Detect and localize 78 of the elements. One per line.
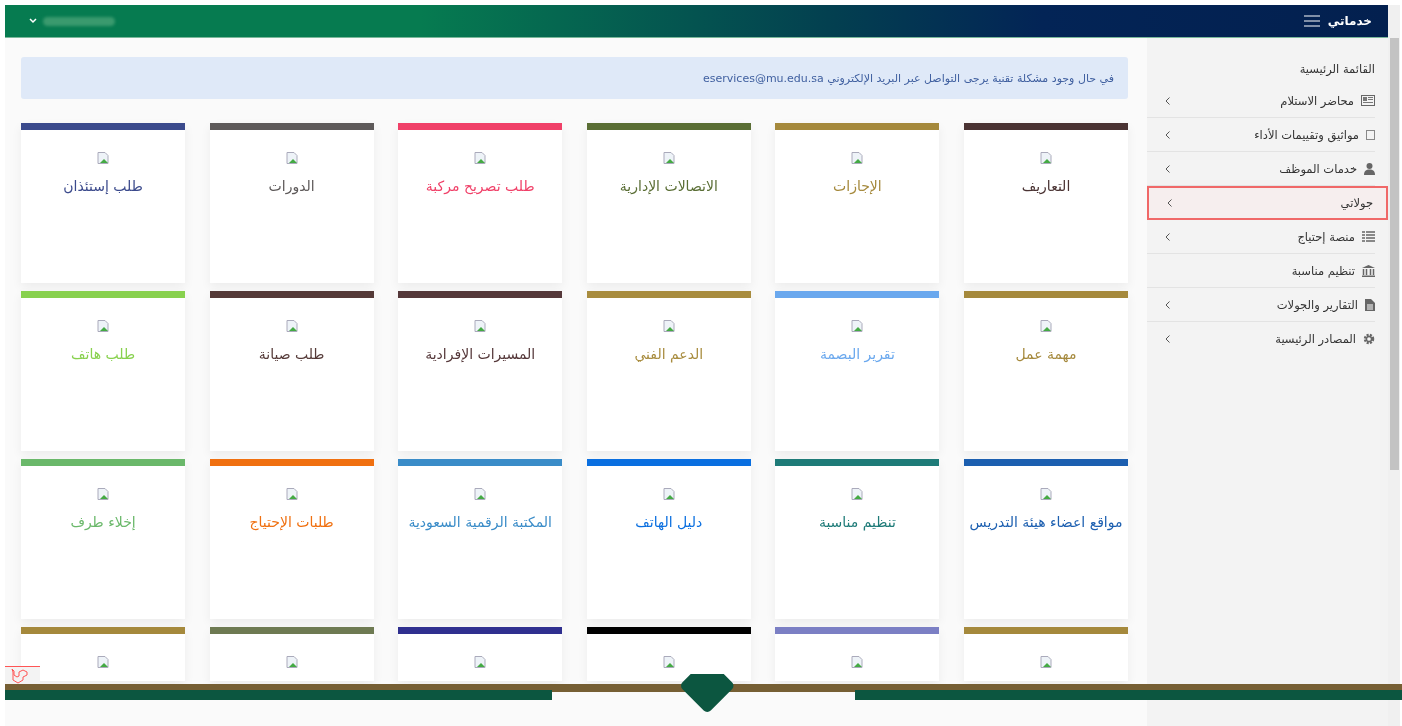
file-icon (1365, 298, 1375, 311)
broken-image-icon (97, 488, 110, 500)
service-card[interactable]: الاتصالات الإدارية (586, 123, 751, 283)
broken-image-icon (1040, 152, 1052, 164)
broken-image-icon (97, 656, 110, 668)
card-title: تنظيم مناسبة (817, 514, 897, 530)
broken-image-icon (851, 656, 864, 668)
broken-image-icon (1040, 656, 1052, 668)
broken-image-icon (474, 656, 487, 668)
broken-image-icon (1040, 320, 1052, 332)
app-title: خدماتي (1327, 14, 1372, 28)
square-icon (1366, 129, 1375, 140)
broken-image-icon (285, 152, 298, 164)
card-title: طلب صيانة (257, 346, 326, 362)
card-title: الدعم الفني (633, 346, 705, 362)
sidebar-item[interactable]: المصادر الرئيسية (1147, 322, 1375, 356)
service-card[interactable]: مهمة عمل (964, 291, 1128, 451)
service-card[interactable]: طلب تصريح مركبة (398, 123, 563, 283)
service-card[interactable]: طلب إستئذان (21, 123, 186, 283)
card-title: مهمة عمل (1014, 346, 1078, 362)
newspaper-icon (1361, 95, 1375, 106)
card-title: طلب تصريح مركبة (424, 178, 536, 194)
broken-image-icon (474, 320, 487, 332)
broken-image-icon (662, 320, 675, 332)
card-title: دليل الهاتف (634, 514, 704, 530)
card-title: المكتبة الرقمية السعودية (407, 514, 553, 530)
broken-image-icon (97, 152, 110, 164)
service-card[interactable]: دليل الهاتف (586, 459, 751, 619)
service-card[interactable] (398, 627, 563, 681)
menu-icon[interactable] (1303, 15, 1320, 27)
settings-icon (1363, 333, 1375, 345)
sidebar-item[interactable]: جولاتي (1147, 186, 1388, 220)
card-title: الدورات (267, 178, 316, 194)
caret-icon[interactable] (29, 18, 37, 24)
broken-image-icon (474, 152, 487, 164)
broken-image-icon (662, 656, 675, 668)
sidebar-item[interactable]: التقارير والجولات (1147, 288, 1375, 322)
service-card[interactable]: التعاريف (964, 123, 1128, 283)
broken-image-icon (851, 488, 864, 500)
broken-image-icon (285, 488, 298, 500)
card-title: مواقع اعضاء هيئة التدريس (968, 514, 1124, 530)
broken-image-icon (285, 320, 298, 332)
card-title: التعاريف (1020, 178, 1072, 194)
service-card[interactable]: طلب صيانة (209, 291, 374, 451)
alert-banner: في حال وجود مشكلة تقنية يرجى التواصل عبر البريد الإلكتروني eservices@mu.edu.sa (21, 57, 1128, 99)
sidebar-item[interactable]: محاضر الاستلام (1147, 84, 1375, 118)
card-title: تقرير البصمة (818, 346, 896, 362)
broken-image-icon (1040, 488, 1052, 500)
card-title: طلبات الإحتياج (248, 514, 335, 530)
broken-image-icon (851, 320, 864, 332)
service-card[interactable]: المكتبة الرقمية السعودية (398, 459, 563, 619)
card-title: طلب إستئذان (62, 178, 144, 194)
sidebar-item[interactable]: مواثيق وتقييمات الأداء (1147, 118, 1375, 152)
broken-image-icon (474, 488, 487, 500)
user-icon (1364, 162, 1375, 175)
broken-image-icon (851, 152, 864, 164)
broken-image-icon (662, 488, 675, 500)
service-card[interactable]: الدورات (209, 123, 374, 283)
sidebar-item[interactable]: منصة إحتياج (1147, 220, 1375, 254)
broken-image-icon (97, 320, 110, 332)
broken-image-icon (285, 656, 298, 668)
card-title: الاتصالات الإدارية (618, 178, 719, 194)
card-title: طلب هاتف (70, 346, 137, 362)
service-card[interactable]: مواقع اعضاء هيئة التدريس (964, 459, 1128, 619)
sidebar-heading: القائمة الرئيسية (1298, 62, 1375, 78)
bank-icon (1362, 264, 1375, 277)
service-card[interactable] (586, 627, 751, 681)
card-title: إخلاء طرف (69, 514, 137, 530)
sidebar-item[interactable]: تنظيم مناسبة (1147, 254, 1375, 288)
scrollbar[interactable] (1388, 5, 1400, 726)
broken-image-icon (662, 152, 675, 164)
cube-logo-icon[interactable] (5, 666, 40, 686)
service-card[interactable]: تنظيم مناسبة (775, 459, 940, 619)
service-card[interactable]: الإجازات (775, 123, 940, 283)
card-title: الإجازات (832, 178, 883, 194)
card-title: المسيرات الإفرادية (424, 346, 537, 362)
list-icon (1362, 231, 1375, 242)
service-card[interactable]: المسيرات الإفرادية (398, 291, 563, 451)
